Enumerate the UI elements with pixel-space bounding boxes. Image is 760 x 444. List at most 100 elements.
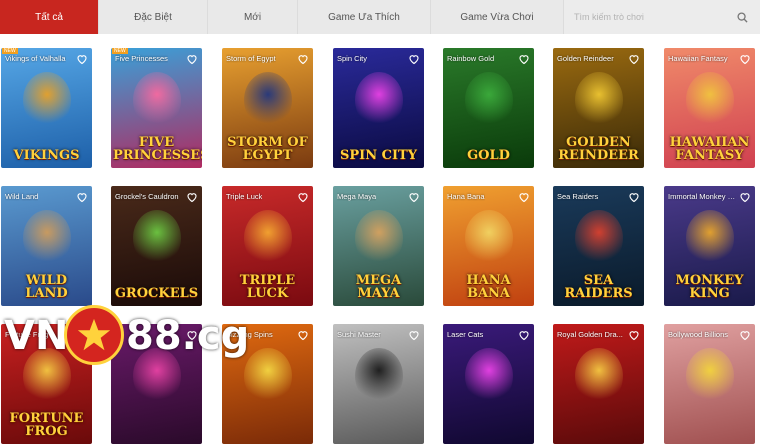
tab-favorites[interactable]: Game Ưa Thích — [298, 0, 431, 34]
tab-new[interactable]: Mới — [208, 0, 298, 34]
game-logo: GROCKELS — [114, 286, 199, 301]
favorite-heart-icon[interactable] — [408, 52, 420, 65]
game-title: Five Princesses — [115, 54, 168, 63]
game-character — [133, 210, 181, 266]
game-title: Vikings of Valhalla — [5, 54, 66, 63]
favorite-heart-icon[interactable] — [297, 328, 309, 341]
favorite-heart-icon[interactable] — [408, 328, 420, 341]
game-card[interactable]: Bollywood Billions — [664, 324, 755, 444]
game-character — [686, 210, 734, 266]
game-card[interactable]: Sea Raiders SEA RAIDERS — [553, 186, 644, 306]
game-logo: VIKINGS — [13, 148, 80, 163]
game-character — [465, 210, 513, 266]
game-card[interactable]: Grockel's Cauldron GROCKELS — [111, 186, 202, 306]
game-logo: FIVE PRINCESSES — [113, 135, 202, 163]
game-character — [244, 72, 292, 128]
tab-recent[interactable]: Game Vừa Chơi — [431, 0, 564, 34]
search-input[interactable] — [574, 12, 734, 22]
game-character — [575, 210, 623, 266]
game-logo: GOLD — [467, 148, 510, 163]
game-title: Bollywood Billions — [668, 330, 729, 339]
game-character — [686, 72, 734, 128]
favorite-heart-icon[interactable] — [628, 328, 640, 341]
game-title: Spin City — [337, 54, 368, 63]
game-character — [355, 210, 403, 266]
watermark-text-right: 88.cg — [126, 313, 250, 359]
tab-all[interactable]: Tất cả — [0, 0, 99, 34]
favorite-heart-icon[interactable] — [76, 52, 88, 65]
game-card[interactable]: Sushi Master — [333, 324, 424, 444]
game-card[interactable]: Golden Reindeer GOLDEN REINDEER — [553, 48, 644, 168]
favorite-heart-icon[interactable] — [628, 52, 640, 65]
game-character — [465, 72, 513, 128]
favorite-heart-icon[interactable] — [518, 328, 530, 341]
game-title: Grockel's Cauldron — [115, 192, 179, 201]
game-title: Hana Bana — [447, 192, 485, 201]
game-character — [575, 72, 623, 128]
game-card[interactable]: Rainbow Gold GOLD — [443, 48, 534, 168]
game-character — [355, 72, 403, 128]
favorite-heart-icon[interactable] — [739, 52, 751, 65]
game-title: Wild Land — [5, 192, 39, 201]
tab-special[interactable]: Đặc Biệt — [99, 0, 208, 34]
game-card[interactable]: Wild Land WILD LAND — [1, 186, 92, 306]
game-card[interactable]: Immortal Monkey King MONKEY KING — [664, 186, 755, 306]
game-title: Sushi Master — [337, 330, 381, 339]
game-logo: GOLDEN REINDEER — [558, 135, 639, 163]
game-logo: FORTUNE FROG — [9, 411, 84, 439]
game-card[interactable]: NEW Five Princesses FIVE PRINCESSES — [111, 48, 202, 168]
game-title: Mega Maya — [337, 192, 377, 201]
game-title: Sea Raiders — [557, 192, 599, 201]
game-title: Rainbow Gold — [447, 54, 495, 63]
game-logo: WILD LAND — [25, 273, 68, 301]
favorite-heart-icon[interactable] — [739, 190, 751, 203]
game-card[interactable]: Royal Golden Dra... — [553, 324, 644, 444]
watermark-text-left: VN — [4, 313, 69, 359]
game-card[interactable]: Storm of Egypt STORM OF EGYPT — [222, 48, 313, 168]
game-logo: MONKEY KING — [675, 273, 744, 301]
favorite-heart-icon[interactable] — [76, 190, 88, 203]
star-logo-icon — [64, 305, 124, 365]
game-title: Laser Cats — [447, 330, 484, 339]
game-card[interactable]: Spin City SPIN CITY — [333, 48, 424, 168]
game-character — [355, 348, 403, 404]
favorite-heart-icon[interactable] — [739, 328, 751, 341]
game-character — [23, 210, 71, 266]
game-logo: SEA RAIDERS — [564, 273, 633, 301]
game-title: Royal Golden Dra... — [557, 330, 623, 339]
search-icon[interactable] — [734, 9, 750, 25]
favorite-heart-icon[interactable] — [408, 190, 420, 203]
favorite-heart-icon[interactable] — [518, 52, 530, 65]
game-character — [686, 348, 734, 404]
game-title: Storm of Egypt — [226, 54, 276, 63]
game-logo: TRIPLE LUCK — [239, 273, 296, 301]
favorite-heart-icon[interactable] — [186, 52, 198, 65]
game-card[interactable]: NEW Vikings of Valhalla VIKINGS — [1, 48, 92, 168]
game-logo: STORM OF EGYPT — [227, 135, 308, 163]
favorite-heart-icon[interactable] — [518, 190, 530, 203]
game-character — [133, 72, 181, 128]
game-logo: HANA BANA — [466, 273, 511, 301]
favorite-heart-icon[interactable] — [297, 52, 309, 65]
search-box — [564, 0, 760, 34]
game-logo: HAWAIIAN FANTASY — [669, 135, 750, 163]
game-logo: SPIN CITY — [339, 148, 418, 163]
game-card[interactable]: Laser Cats — [443, 324, 534, 444]
game-title: Golden Reindeer — [557, 54, 614, 63]
game-character — [23, 72, 71, 128]
game-card[interactable]: Hawaiian Fantasy HAWAIIAN FANTASY — [664, 48, 755, 168]
category-tabs: Tất cả Đặc Biệt Mới Game Ưa Thích Game V… — [0, 0, 760, 34]
game-character — [244, 210, 292, 266]
game-character — [465, 348, 513, 404]
favorite-heart-icon[interactable] — [628, 190, 640, 203]
favorite-heart-icon[interactable] — [186, 190, 198, 203]
game-character — [575, 348, 623, 404]
watermark: VN 88.cg — [0, 303, 260, 367]
game-card[interactable]: Triple Luck TRIPLE LUCK — [222, 186, 313, 306]
game-title: Hawaiian Fantasy — [668, 54, 728, 63]
game-card[interactable]: Hana Bana HANA BANA — [443, 186, 534, 306]
favorite-heart-icon[interactable] — [297, 190, 309, 203]
game-card[interactable]: Mega Maya MEGA MAYA — [333, 186, 424, 306]
game-logo: MEGA MAYA — [355, 273, 402, 301]
game-title: Triple Luck — [226, 192, 263, 201]
